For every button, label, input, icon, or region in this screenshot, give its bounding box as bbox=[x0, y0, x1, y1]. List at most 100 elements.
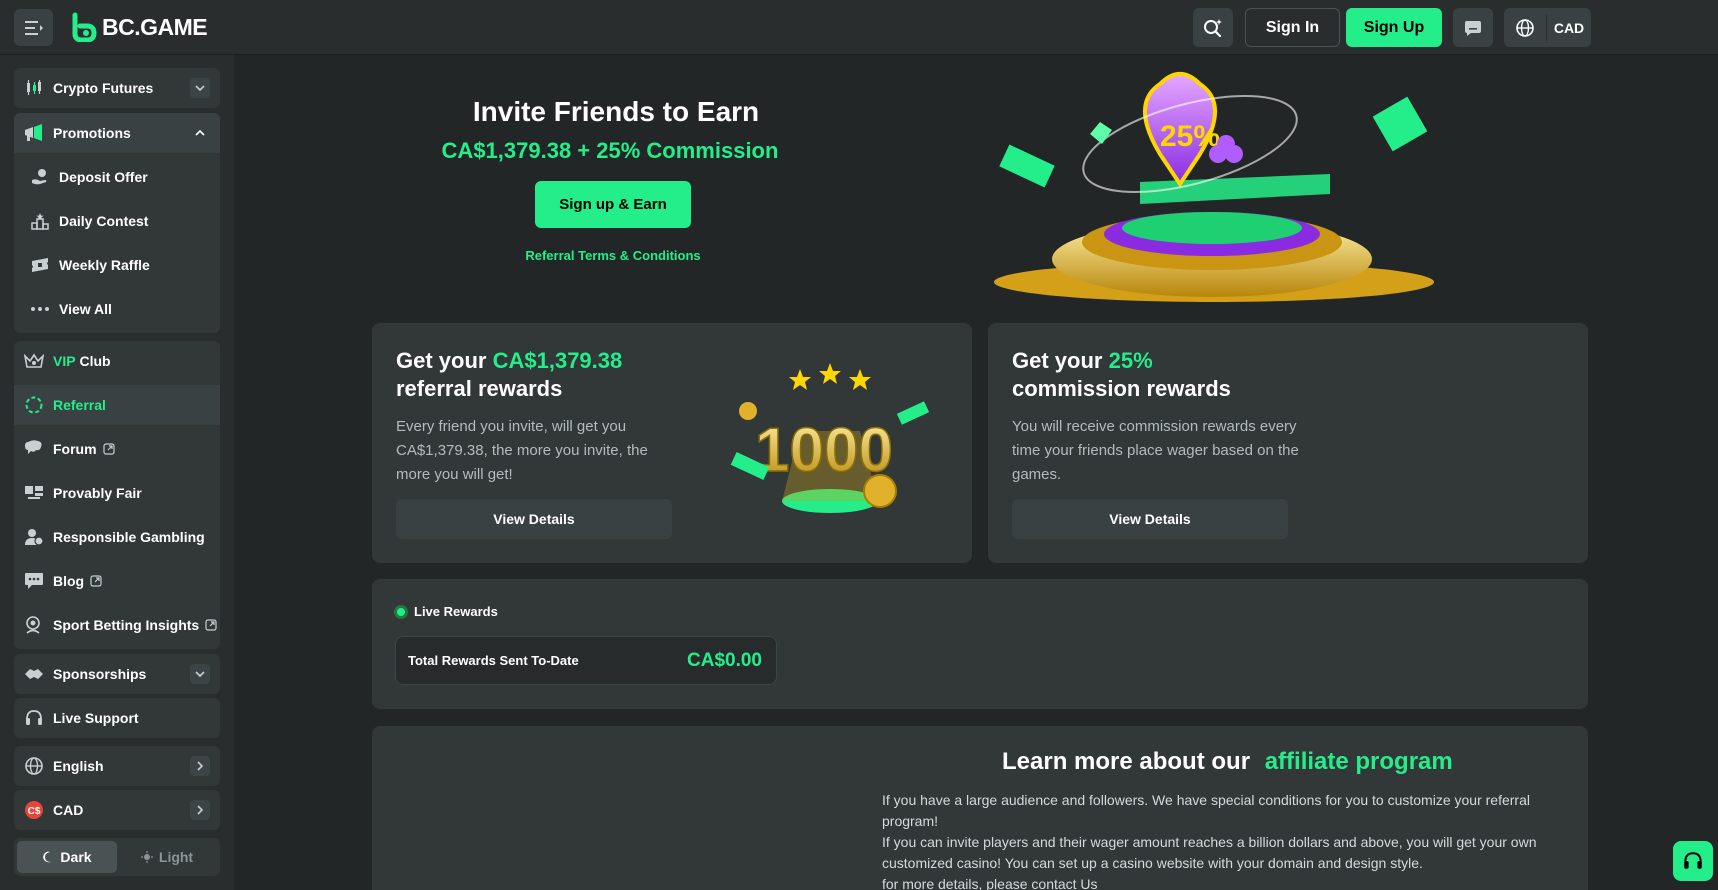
sidebar-item-label: Deposit Offer bbox=[59, 169, 148, 185]
referral-view-details-button[interactable]: View Details bbox=[396, 499, 672, 539]
sign-in-button[interactable]: Sign In bbox=[1245, 8, 1340, 47]
theme-dark-label: Dark bbox=[60, 849, 92, 865]
sidebar-item-weekly-raffle[interactable]: Weekly Raffle bbox=[14, 245, 220, 285]
sidebar-item-language[interactable]: English bbox=[14, 746, 220, 786]
affiliate-title-highlight: affiliate program bbox=[1264, 748, 1453, 775]
podium-icon bbox=[30, 211, 50, 231]
affiliate-paragraph: If you have a large audience and followe… bbox=[882, 792, 1530, 829]
title-highlight: 25% bbox=[1108, 348, 1153, 373]
rewards-1000-illustration: 1000 bbox=[730, 363, 930, 513]
globe-icon bbox=[1516, 18, 1534, 37]
sidebar-item-currency[interactable]: C$ CAD bbox=[14, 790, 220, 830]
hero-illustration: 25% bbox=[994, 72, 1434, 302]
sidebar-item-daily-contest[interactable]: Daily Contest bbox=[14, 201, 220, 241]
chevron-down-icon[interactable] bbox=[190, 78, 210, 98]
theme-toggle: Dark Light bbox=[14, 838, 220, 876]
vip-label: VIP bbox=[53, 353, 76, 369]
chat-icon bbox=[1465, 20, 1481, 36]
external-link-icon bbox=[205, 619, 217, 631]
sidebar-item-promotions[interactable]: Promotions bbox=[14, 113, 220, 153]
affiliate-description: If you have a large audience and followe… bbox=[882, 790, 1552, 890]
crown-icon bbox=[24, 351, 44, 371]
total-rewards-label: Total Rewards Sent To-Date bbox=[408, 653, 579, 668]
sidebar-item-sport-insights[interactable]: Sport Betting Insights bbox=[14, 605, 220, 645]
sidebar-item-label: Referral bbox=[53, 397, 106, 413]
commission-card-description: You will receive commission rewards ever… bbox=[1012, 418, 1299, 483]
sidebar-item-view-all[interactable]: View All bbox=[14, 289, 220, 329]
sidebar-group-sponsorships: Sponsorships bbox=[14, 654, 220, 694]
commission-rewards-card: Get your 25% commission rewards You will… bbox=[988, 323, 1588, 563]
candlestick-icon bbox=[24, 78, 44, 98]
title-prefix: Get your bbox=[396, 348, 487, 373]
sidebar-item-label: CAD bbox=[53, 802, 84, 818]
moon-icon bbox=[43, 851, 52, 863]
affiliate-title: Learn more about our affiliate program bbox=[372, 748, 1588, 776]
scale-icon bbox=[24, 483, 44, 503]
title-prefix: Get your bbox=[1012, 348, 1103, 373]
sidebar-item-vip-club[interactable]: VIP Club bbox=[14, 341, 220, 381]
search-button[interactable] bbox=[1193, 8, 1233, 47]
title-line2: referral rewards bbox=[396, 376, 563, 401]
sidebar-item-label: Promotions bbox=[53, 125, 131, 141]
sidebar-item-label: Weekly Raffle bbox=[59, 257, 150, 273]
theme-light-option[interactable]: Light bbox=[117, 841, 217, 873]
sidebar-item-label: Crypto Futures bbox=[53, 80, 154, 96]
globe-icon bbox=[24, 756, 44, 776]
logo-icon bbox=[72, 12, 97, 42]
more-dots-icon bbox=[30, 299, 50, 319]
sidebar-item-label: Forum bbox=[53, 441, 97, 457]
language-currency-button[interactable]: CAD bbox=[1504, 8, 1591, 47]
search-icon bbox=[1204, 18, 1222, 37]
chevron-down-icon[interactable] bbox=[190, 664, 210, 684]
deposit-icon bbox=[30, 167, 50, 187]
page-scrollbar[interactable] bbox=[1702, 54, 1718, 890]
total-rewards-box: Total Rewards Sent To-Date CA$0.00 bbox=[395, 636, 777, 685]
handshake-icon bbox=[24, 664, 44, 684]
megaphone-icon bbox=[24, 123, 44, 143]
chat-button[interactable] bbox=[1453, 8, 1493, 47]
hero-title: Invite Friends to Earn bbox=[472, 96, 760, 127]
external-link-icon bbox=[90, 575, 102, 587]
live-support-fab[interactable] bbox=[1673, 841, 1713, 881]
sidebar-item-blog[interactable]: Blog bbox=[14, 561, 220, 601]
sidebar-item-label: Daily Contest bbox=[59, 213, 149, 229]
menu-toggle-button[interactable] bbox=[14, 9, 53, 46]
sidebar-item-deposit-offer[interactable]: Deposit Offer bbox=[14, 157, 220, 197]
top-header: BC.GAME Sign In Sign Up CAD bbox=[0, 0, 1718, 54]
chevron-up-icon[interactable] bbox=[190, 123, 210, 143]
sidebar-item-label: Blog bbox=[53, 573, 85, 589]
sidebar-item-responsible-gambling[interactable]: Responsible Gambling bbox=[14, 517, 220, 557]
blog-icon bbox=[24, 571, 44, 591]
sidebar-item-sponsorships[interactable]: Sponsorships bbox=[14, 654, 220, 694]
live-indicator-icon bbox=[394, 604, 408, 619]
chevron-right-icon[interactable] bbox=[190, 800, 210, 820]
live-rewards-header: Live Rewards bbox=[394, 604, 498, 619]
sign-up-button[interactable]: Sign Up bbox=[1346, 8, 1442, 47]
sidebar-item-label: Sponsorships bbox=[53, 666, 147, 682]
sidebar-item-provably-fair[interactable]: Provably Fair bbox=[14, 473, 220, 513]
sidebar-item-crypto-futures[interactable]: Crypto Futures bbox=[14, 68, 220, 108]
external-link-icon bbox=[102, 443, 115, 455]
currency-label: CAD bbox=[1553, 19, 1585, 36]
total-rewards-value: CA$0.00 bbox=[687, 649, 762, 671]
referral-terms-link[interactable]: Referral Terms & Conditions bbox=[480, 248, 746, 263]
theme-dark-option[interactable]: Dark bbox=[17, 841, 117, 873]
referral-rewards-card: Get your CA$1,379.38 referral rewards Ev… bbox=[372, 323, 972, 563]
sidebar-item-label: Live Support bbox=[53, 710, 139, 726]
referral-icon bbox=[24, 395, 44, 415]
insights-icon bbox=[24, 615, 44, 635]
sidebar-group-promotions: Promotions Deposit Offer Daily Contest W… bbox=[14, 113, 220, 333]
sidebar-item-referral[interactable]: Referral bbox=[14, 385, 220, 425]
commission-view-details-button[interactable]: View Details bbox=[1012, 499, 1288, 539]
sidebar-item-forum[interactable]: Forum bbox=[14, 429, 220, 469]
sidebar-item-label: English bbox=[53, 758, 104, 774]
sidebar-item-live-support[interactable]: Live Support bbox=[14, 698, 220, 738]
affiliate-contact-text: for more details, please contact Us bbox=[882, 876, 1098, 890]
affiliate-program-card: Learn more about our affiliate program I… bbox=[372, 726, 1588, 890]
chevron-right-icon[interactable] bbox=[190, 756, 210, 776]
svg-text:C$: C$ bbox=[28, 806, 41, 817]
cad-coin-icon: C$ bbox=[24, 800, 44, 820]
graphic-number: 1000 bbox=[755, 416, 893, 485]
brand-logo[interactable]: BC.GAME bbox=[70, 12, 208, 42]
sign-up-earn-button[interactable]: Sign up & Earn bbox=[535, 181, 691, 228]
